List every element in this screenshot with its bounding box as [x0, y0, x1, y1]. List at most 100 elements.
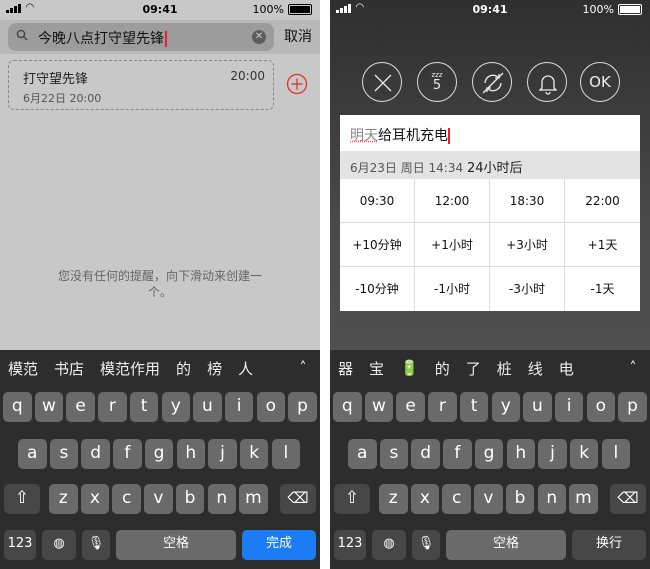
key-t[interactable]: t	[129, 392, 159, 422]
key-s[interactable]: s	[379, 439, 409, 469]
key-y[interactable]: y	[491, 392, 520, 422]
return-key[interactable]: 换行	[572, 530, 646, 560]
key-m[interactable]: m	[569, 484, 598, 514]
bell-icon[interactable]	[527, 62, 567, 102]
repeat-icon[interactable]	[472, 62, 512, 102]
quick-time-option[interactable]: 09:30	[340, 179, 415, 223]
close-icon[interactable]	[362, 62, 402, 102]
key-n[interactable]: n	[537, 484, 566, 514]
snooze-icon[interactable]: zzz 5	[417, 62, 457, 102]
key-o[interactable]: o	[586, 392, 616, 422]
quick-time-option[interactable]: -10分钟	[340, 267, 415, 311]
candidate[interactable]: 模范作用	[92, 358, 168, 379]
candidate[interactable]: 的	[168, 358, 199, 379]
key-t[interactable]: t	[459, 392, 489, 422]
key-w[interactable]: w	[364, 392, 394, 422]
key-g[interactable]: g	[474, 439, 504, 469]
key-m[interactable]: m	[239, 484, 268, 514]
clear-icon[interactable]: ✕	[252, 30, 266, 44]
key-v[interactable]: v	[474, 484, 503, 514]
reminder-preview[interactable]: 打守望先锋 20:00 6月22日 20:00	[8, 60, 274, 110]
key-p[interactable]: p	[618, 392, 647, 422]
quick-time-option[interactable]: -1小时	[415, 267, 490, 311]
key-h[interactable]: h	[506, 439, 535, 469]
key-k[interactable]: k	[239, 439, 269, 469]
key-x[interactable]: x	[410, 484, 440, 514]
candidate[interactable]: 宝	[361, 358, 392, 379]
key-f[interactable]: f	[113, 439, 142, 469]
key-e[interactable]: e	[66, 392, 95, 422]
candidate[interactable]: 桩	[489, 358, 520, 379]
shift-key[interactable]: ⇧	[334, 484, 370, 514]
quick-time-option[interactable]: 22:00	[565, 179, 640, 223]
key-b[interactable]: b	[505, 484, 535, 514]
delete-key[interactable]: ⌫	[610, 484, 646, 514]
key-f[interactable]: f	[443, 439, 472, 469]
key-u[interactable]: u	[193, 392, 222, 422]
key-s[interactable]: s	[49, 439, 79, 469]
key-l[interactable]: l	[601, 439, 631, 469]
key-c[interactable]: c	[442, 484, 471, 514]
key-v[interactable]: v	[144, 484, 173, 514]
quick-time-option[interactable]: -3小时	[490, 267, 565, 311]
key-y[interactable]: y	[161, 392, 190, 422]
delete-key[interactable]: ⌫	[280, 484, 316, 514]
microphone-icon[interactable]: 🎙	[412, 530, 440, 560]
key-n[interactable]: n	[207, 484, 236, 514]
candidate[interactable]: 模范	[0, 358, 46, 379]
globe-icon[interactable]: ◍	[372, 530, 406, 560]
chevron-up-icon[interactable]: ˄	[286, 350, 320, 386]
key-q[interactable]: q	[333, 392, 362, 422]
key-e[interactable]: e	[396, 392, 425, 422]
key-d[interactable]: d	[81, 439, 110, 469]
key-x[interactable]: x	[80, 484, 110, 514]
key-k[interactable]: k	[569, 439, 599, 469]
key-o[interactable]: o	[256, 392, 286, 422]
space-key[interactable]: 空格	[116, 530, 236, 560]
key-a[interactable]: a	[348, 439, 377, 469]
numbers-key[interactable]: 123	[4, 530, 36, 560]
cancel-button[interactable]: 取消	[284, 26, 312, 46]
microphone-icon[interactable]: 🎙	[82, 530, 110, 560]
key-j[interactable]: j	[538, 439, 567, 469]
key-d[interactable]: d	[411, 439, 440, 469]
key-h[interactable]: h	[176, 439, 205, 469]
candidate[interactable]: 器	[330, 358, 361, 379]
numbers-key[interactable]: 123	[334, 530, 366, 560]
key-l[interactable]: l	[271, 439, 301, 469]
candidate[interactable]: 电	[551, 358, 582, 379]
candidate[interactable]: 书店	[46, 358, 92, 379]
candidate[interactable]: 榜	[199, 358, 230, 379]
candidate[interactable]: 人	[230, 358, 261, 379]
key-w[interactable]: w	[34, 392, 64, 422]
key-u[interactable]: u	[523, 392, 552, 422]
key-i[interactable]: i	[224, 392, 254, 422]
key-z[interactable]: z	[379, 484, 408, 514]
globe-icon[interactable]: ◍	[42, 530, 76, 560]
key-c[interactable]: c	[112, 484, 141, 514]
candidate[interactable]: 🔋	[392, 359, 427, 377]
key-a[interactable]: a	[18, 439, 47, 469]
done-key[interactable]: 完成	[242, 530, 316, 560]
key-r[interactable]: r	[428, 392, 457, 422]
quick-time-option[interactable]: +10分钟	[340, 223, 415, 267]
key-z[interactable]: z	[49, 484, 78, 514]
ok-button[interactable]: OK	[580, 62, 620, 102]
key-i[interactable]: i	[554, 392, 584, 422]
space-key[interactable]: 空格	[446, 530, 566, 560]
search-input[interactable]: 今晚八点打守望先锋 ✕	[8, 23, 274, 51]
key-b[interactable]: b	[175, 484, 205, 514]
quick-time-option[interactable]: 12:00	[415, 179, 490, 223]
key-g[interactable]: g	[144, 439, 174, 469]
add-icon[interactable]	[286, 73, 308, 95]
key-j[interactable]: j	[208, 439, 237, 469]
quick-time-option[interactable]: +1天	[565, 223, 640, 267]
quick-time-option[interactable]: -1天	[565, 267, 640, 311]
candidate[interactable]: 线	[520, 358, 551, 379]
candidate[interactable]: 了	[458, 358, 489, 379]
quick-time-option[interactable]: +1小时	[415, 223, 490, 267]
quick-time-option[interactable]: 18:30	[490, 179, 565, 223]
shift-key[interactable]: ⇧	[4, 484, 40, 514]
quick-time-option[interactable]: +3小时	[490, 223, 565, 267]
key-p[interactable]: p	[288, 392, 317, 422]
